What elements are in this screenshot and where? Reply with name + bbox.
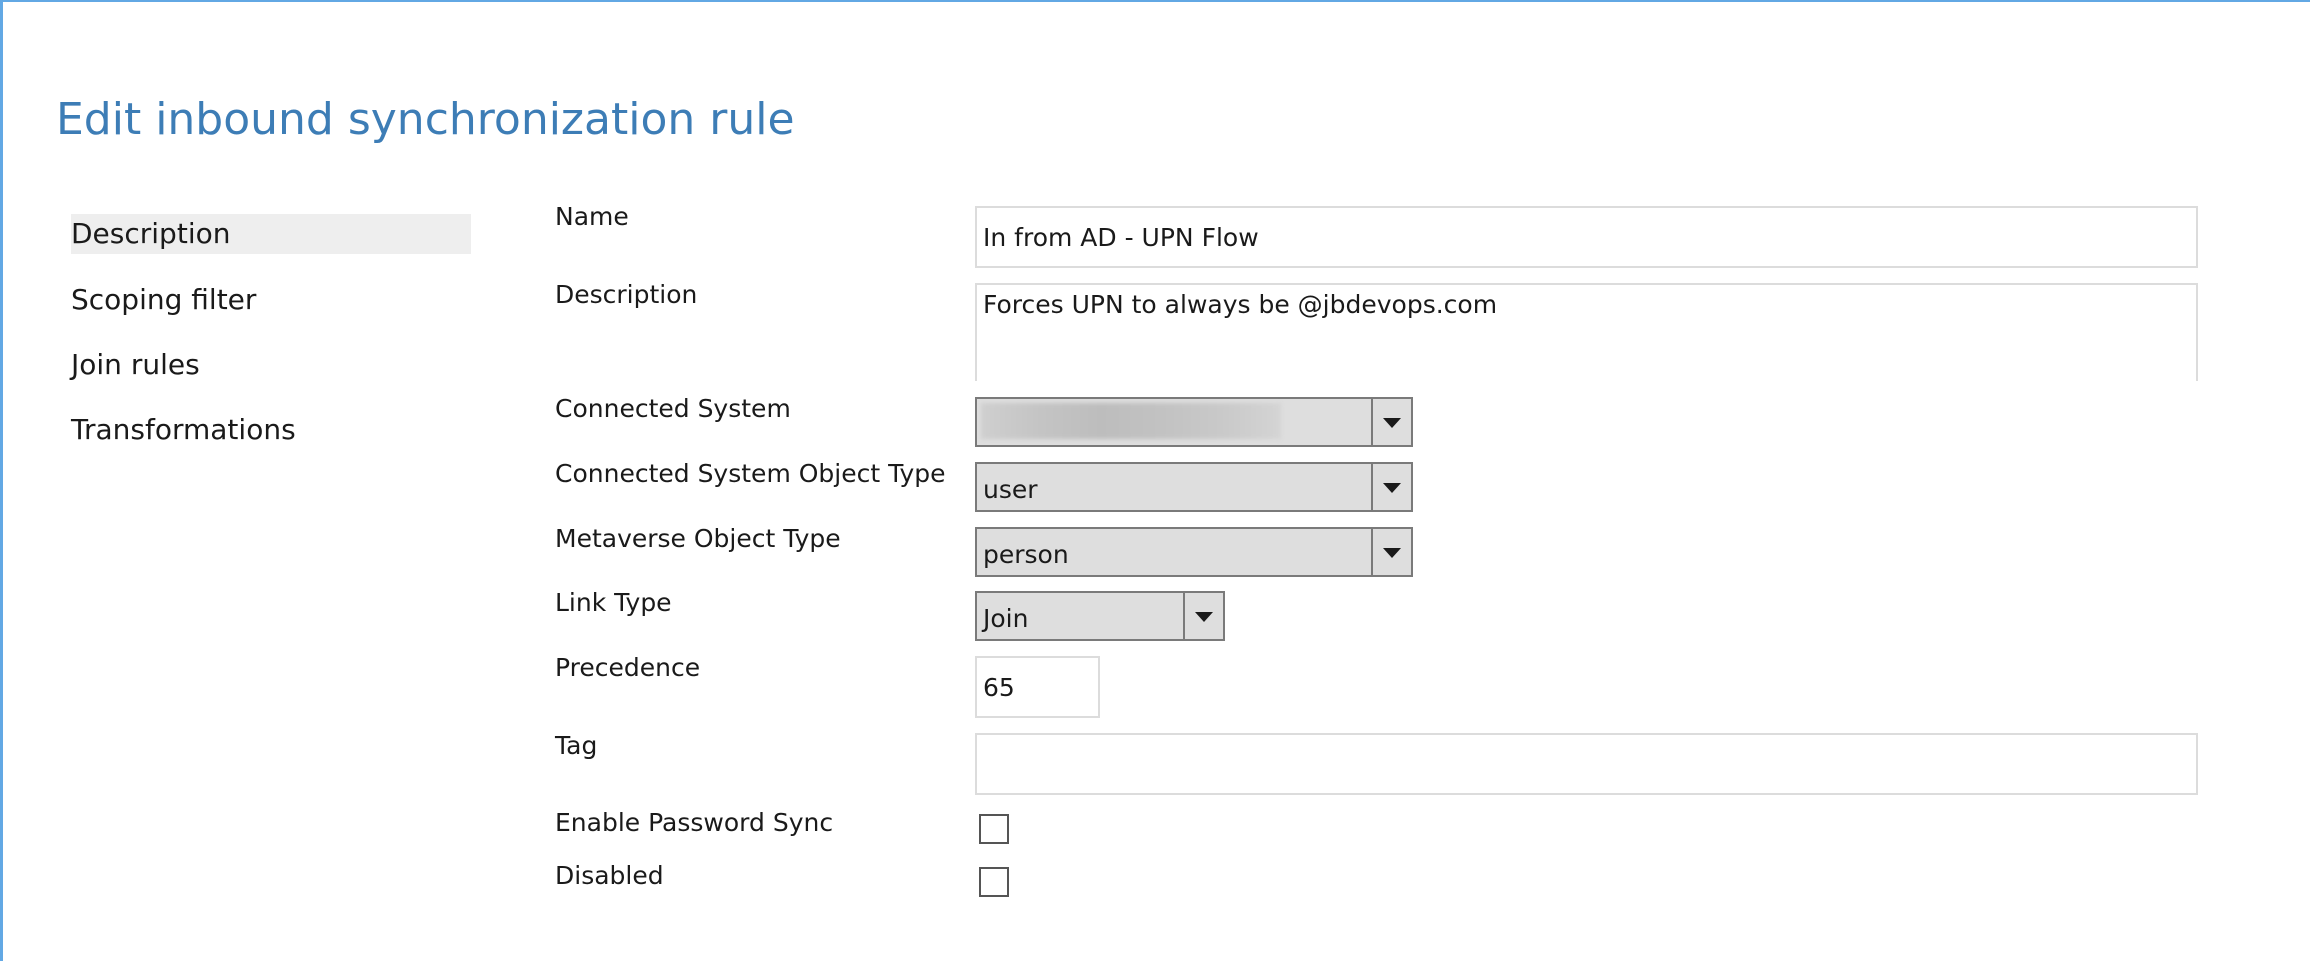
nav-item-label: Scoping filter (71, 283, 257, 316)
dropdown-button[interactable] (1371, 399, 1411, 445)
disabled-label: Disabled (555, 861, 664, 890)
page-title: Edit inbound synchronization rule (56, 94, 795, 145)
connected-system-object-type-select[interactable]: user (975, 462, 1413, 512)
nav-item-label: Join rules (71, 348, 200, 381)
connected-system-object-type-value: user (983, 475, 1038, 504)
connected-system-select[interactable] (975, 397, 1413, 447)
precedence-field[interactable] (975, 656, 1100, 718)
link-type-label: Link Type (555, 588, 672, 617)
nav-item-join-rules[interactable]: Join rules (71, 345, 200, 385)
enable-password-sync-checkbox[interactable] (979, 814, 1009, 844)
name-label: Name (555, 202, 629, 231)
nav-item-scoping-filter[interactable]: Scoping filter (71, 280, 256, 320)
nav-item-transformations[interactable]: Transformations (71, 410, 296, 450)
metaverse-object-type-label: Metaverse Object Type (555, 524, 841, 553)
chevron-down-icon (1383, 483, 1401, 493)
redacted-value (981, 403, 1281, 439)
chevron-down-icon (1195, 612, 1213, 622)
rule-editor-window: Edit inbound synchronization rule Descri… (0, 0, 2310, 961)
nav-item-label: Description (71, 217, 231, 250)
dropdown-button[interactable] (1371, 529, 1411, 575)
metaverse-object-type-select[interactable]: person (975, 527, 1413, 577)
description-label: Description (555, 280, 698, 309)
metaverse-object-type-value: person (983, 540, 1069, 569)
nav-item-label: Transformations (71, 413, 296, 446)
chevron-down-icon (1383, 548, 1401, 558)
connected-system-label: Connected System (555, 394, 791, 423)
link-type-value: Join (983, 604, 1029, 633)
tag-label: Tag (555, 731, 598, 760)
connected-system-object-type-label: Connected System Object Type (555, 459, 946, 488)
name-field[interactable] (975, 206, 2198, 268)
link-type-select[interactable]: Join (975, 591, 1225, 641)
nav-item-description[interactable]: Description (71, 214, 471, 254)
dropdown-button[interactable] (1183, 593, 1223, 639)
description-field[interactable]: Forces UPN to always be @jbdevops.com (975, 283, 2198, 381)
chevron-down-icon (1383, 418, 1401, 428)
enable-password-sync-label: Enable Password Sync (555, 808, 834, 837)
disabled-checkbox[interactable] (979, 867, 1009, 897)
precedence-label: Precedence (555, 653, 701, 682)
tag-field[interactable] (975, 733, 2198, 795)
dropdown-button[interactable] (1371, 464, 1411, 510)
